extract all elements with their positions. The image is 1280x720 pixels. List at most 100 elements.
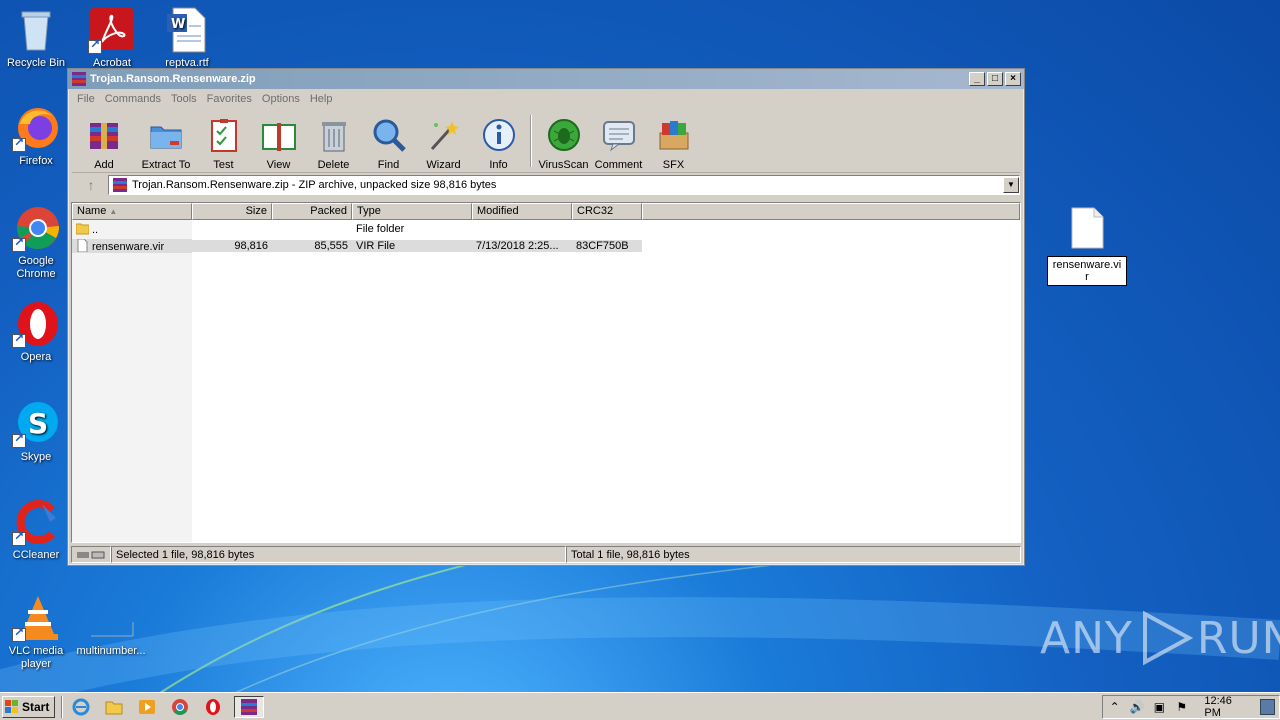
desktop-icon-recycle-bin[interactable]: Recycle Bin xyxy=(0,6,74,70)
column-header-empty xyxy=(642,203,1020,220)
blank-file-icon xyxy=(87,594,135,642)
cell-packed: 85,555 xyxy=(272,239,352,252)
tool-label: Extract To xyxy=(141,159,191,171)
desktop-icon-reptva-rtf[interactable]: W reptva.rtf xyxy=(149,6,225,70)
table-row-parent-folder[interactable]: .. File folder xyxy=(72,220,1020,237)
list-header: Name ▲ Size Packed Type Modified CRC32 xyxy=(72,203,1020,220)
opera-icon xyxy=(206,698,220,715)
taskbar-winrar[interactable] xyxy=(234,695,264,718)
add-button[interactable]: Add xyxy=(72,111,136,171)
drive-icon xyxy=(77,551,105,558)
menu-favorites[interactable]: Favorites xyxy=(202,93,257,105)
column-header-packed[interactable]: Packed xyxy=(272,203,352,220)
desktop-icon-ccleaner[interactable]: CCleaner xyxy=(0,498,74,562)
windows-flag-icon xyxy=(5,699,18,713)
find-button[interactable]: Find xyxy=(361,111,416,171)
chrome-icon xyxy=(172,698,188,715)
media-player-icon xyxy=(139,699,155,714)
tool-label: View xyxy=(266,159,291,171)
menu-help[interactable]: Help xyxy=(305,93,338,105)
taskbar-opera[interactable] xyxy=(201,696,225,718)
test-button[interactable]: Test xyxy=(196,111,251,171)
start-button[interactable]: Start xyxy=(2,695,55,718)
tool-label: Test xyxy=(213,159,234,171)
drive-status[interactable] xyxy=(71,546,111,563)
opera-icon xyxy=(12,300,60,348)
firefox-icon xyxy=(12,104,60,152)
name-column-shade xyxy=(72,220,192,542)
up-folder-button[interactable]: ↑ xyxy=(74,176,108,194)
clock[interactable]: 12:46 PM xyxy=(1204,695,1249,719)
status-total: Total 1 file, 98,816 bytes xyxy=(566,546,1021,563)
menu-commands[interactable]: Commands xyxy=(100,93,166,105)
watermark-text-right: RUN xyxy=(1196,612,1280,664)
acrobat-icon xyxy=(88,6,136,54)
close-button[interactable]: × xyxy=(1005,72,1021,86)
virusscan-button[interactable]: VirusScan xyxy=(536,111,591,171)
desktop-icon-label: VLC media player xyxy=(8,645,64,670)
blank-document-icon xyxy=(1071,207,1104,249)
desktop-file-rensenware[interactable]: rensenware.vi r xyxy=(1047,207,1127,286)
shortcut-arrow-icon xyxy=(12,530,26,546)
wizard-button[interactable]: Wizard xyxy=(416,111,471,171)
comment-button[interactable]: Comment xyxy=(591,111,646,171)
show-desktop-button[interactable] xyxy=(1259,699,1275,715)
wizard-icon xyxy=(430,121,459,151)
tool-label: Find xyxy=(377,159,400,171)
maximize-button[interactable]: □ xyxy=(987,72,1003,86)
action-center-flag-icon[interactable]: ⚑ xyxy=(1174,699,1189,715)
sfx-button[interactable]: SFX xyxy=(646,111,701,171)
start-label: Start xyxy=(22,699,50,714)
info-button[interactable]: Info xyxy=(471,111,526,171)
minimize-button[interactable]: _ xyxy=(969,72,985,86)
delete-button[interactable]: Delete xyxy=(306,111,361,171)
status-bar: Selected 1 file, 98,816 bytes Total 1 fi… xyxy=(71,546,1021,564)
shortcut-arrow-icon xyxy=(12,236,26,252)
volume-icon[interactable]: 🔊 xyxy=(1129,699,1145,715)
network-icon[interactable]: ▣ xyxy=(1152,699,1167,715)
shortcut-arrow-icon xyxy=(12,626,26,642)
address-field[interactable]: Trojan.Ransom.Rensenware.zip - ZIP archi… xyxy=(108,175,1020,195)
menu-file[interactable]: File xyxy=(72,93,100,105)
column-header-size[interactable]: Size xyxy=(192,203,272,220)
taskbar-media-player[interactable] xyxy=(135,696,159,718)
tool-label: Info xyxy=(489,159,508,171)
watermark-text-left: ANY xyxy=(1040,612,1133,664)
view-button[interactable]: View xyxy=(251,111,306,171)
tool-label: Comment xyxy=(594,159,643,171)
test-icon xyxy=(210,119,237,152)
file-list: Name ▲ Size Packed Type Modified CRC32 .… xyxy=(71,202,1021,543)
menu-tools[interactable]: Tools xyxy=(166,93,202,105)
rename-field[interactable]: rensenware.vi r xyxy=(1047,256,1127,286)
winrar-app-icon xyxy=(72,72,86,86)
cell-name: .. xyxy=(72,222,192,236)
info-icon xyxy=(482,119,515,151)
menu-options[interactable]: Options xyxy=(257,93,305,105)
desktop-icon-acrobat[interactable]: Acrobat xyxy=(74,6,150,70)
address-text: Trojan.Ransom.Rensenware.zip - ZIP archi… xyxy=(132,179,497,191)
title-bar[interactable]: Trojan.Ransom.Rensenware.zip _ □ × xyxy=(68,69,1024,89)
desktop-icon-opera[interactable]: Opera xyxy=(0,300,74,364)
taskbar-ie[interactable] xyxy=(69,696,93,718)
column-header-crc32[interactable]: CRC32 xyxy=(572,203,642,220)
view-icon xyxy=(261,123,296,151)
table-row-rensenware[interactable]: rensenware.vir 98,816 85,555 VIR File 7/… xyxy=(72,237,1020,254)
desktop-icon-skype[interactable]: S Skype xyxy=(0,400,74,464)
cell-size: 98,816 xyxy=(192,239,272,252)
address-dropdown-button[interactable]: ▼ xyxy=(1003,177,1019,193)
desktop-icon-google-chrome[interactable]: Google Chrome xyxy=(0,204,74,281)
taskbar-explorer[interactable] xyxy=(102,696,126,718)
show-hidden-icons-button[interactable]: ⌃ xyxy=(1107,699,1122,715)
shortcut-arrow-icon xyxy=(12,432,26,448)
extract-to-button[interactable]: Extract To xyxy=(136,111,196,171)
taskbar-chrome[interactable] xyxy=(168,696,192,718)
column-header-modified[interactable]: Modified xyxy=(472,203,572,220)
tool-label: Wizard xyxy=(426,159,461,171)
column-header-name[interactable]: Name ▲ xyxy=(72,203,192,220)
desktop-icon-vlc[interactable]: VLC media player xyxy=(0,594,74,671)
desktop-icon-firefox[interactable]: Firefox xyxy=(0,104,74,168)
column-header-type[interactable]: Type xyxy=(352,203,472,220)
desktop-icon-label: CCleaner xyxy=(12,549,60,561)
column-name-label: Name xyxy=(77,205,107,217)
desktop-icon-multinumber[interactable]: multinumber... xyxy=(73,594,149,658)
